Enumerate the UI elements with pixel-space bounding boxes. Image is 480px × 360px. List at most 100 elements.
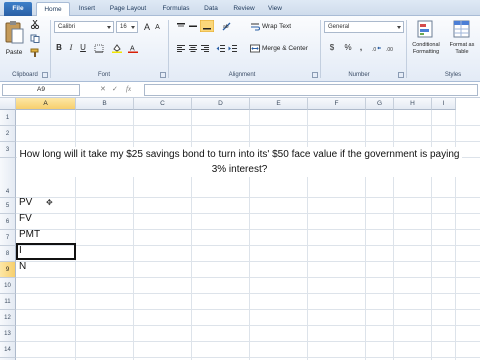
shrink-font-button[interactable]: A [153,23,162,33]
conditional-formatting-button[interactable]: Conditional Formatting [408,20,444,66]
cancel-icon[interactable]: ✕ [100,84,106,95]
group-divider [320,20,321,78]
grow-font-button[interactable]: A [142,22,152,32]
align-center-icon[interactable] [188,44,198,53]
font-name-select[interactable]: Calibri [54,21,114,33]
row-header-12[interactable]: 12 [0,310,16,326]
font-color-icon[interactable]: A [128,44,138,53]
column-header-i[interactable]: I [432,98,456,110]
format-painter-icon[interactable] [30,48,40,57]
row-header-5[interactable]: 5 [0,198,16,214]
svg-text:.00: .00 [386,47,393,53]
gridline-horizontal [16,277,480,278]
column-header-e[interactable]: E [250,98,308,110]
font-size-value: 16 [120,24,127,30]
italic-button[interactable]: I [66,43,76,53]
comma-button[interactable]: , [356,43,366,53]
gridline-horizontal [16,141,480,142]
chevron-down-icon [107,26,111,29]
row-header-2[interactable]: 2 [0,126,16,142]
tab-page-layout[interactable]: Page Layout [104,2,152,16]
align-top-icon[interactable] [176,22,186,31]
tab-home[interactable]: Home [36,2,70,16]
column-header-h[interactable]: H [394,98,432,110]
format-as-table-button[interactable]: Format as Table [446,20,478,66]
row-header-1[interactable]: 1 [0,110,16,126]
align-middle-icon[interactable] [188,22,198,31]
copy-icon[interactable] [30,34,40,43]
underline-button[interactable]: U [78,43,88,53]
clipboard-dialog-launcher[interactable] [42,72,48,78]
borders-icon[interactable] [94,44,104,53]
decrease-decimal-icon[interactable]: .00 [386,44,396,53]
row-header-3[interactable]: 3 [0,142,16,158]
gridline-horizontal [16,261,480,262]
column-header-f[interactable]: F [308,98,366,110]
bold-button[interactable]: B [54,43,64,53]
tab-formulas[interactable]: Formulas [156,2,196,16]
row-header-11[interactable]: 11 [0,294,16,310]
gridline-horizontal [16,293,480,294]
align-right-icon[interactable] [200,44,210,53]
number-format-select[interactable]: General [324,21,404,33]
decrease-indent-icon[interactable] [216,44,226,53]
conditional-formatting-icon [417,20,433,38]
column-header-b[interactable]: B [76,98,134,110]
column-header-a[interactable]: A [16,98,76,110]
number-dialog-launcher[interactable] [398,72,404,78]
align-left-icon[interactable] [176,44,186,53]
column-header-d[interactable]: D [192,98,250,110]
cell-a6[interactable]: PV [19,197,32,208]
svg-text:.0: .0 [372,47,376,53]
row-header-7[interactable]: 7 [0,230,16,246]
align-bottom-icon[interactable] [200,20,214,32]
wrap-text-icon [251,23,260,31]
cell-a8[interactable]: PMT [19,229,40,240]
question-cell[interactable]: How long will it take my $25 savings bon… [17,147,462,177]
tab-insert[interactable]: Insert [72,2,102,16]
orientation-icon[interactable]: ab [222,22,232,31]
cell-a10[interactable]: N [19,261,26,272]
enter-icon[interactable]: ✓ [112,84,118,95]
formula-input[interactable] [144,84,478,96]
row-header-9[interactable]: 9 [0,262,16,278]
name-box[interactable]: A9 [2,84,80,96]
wrap-text-button[interactable]: Wrap Text [262,22,302,32]
merge-center-button[interactable]: Merge & Center [262,44,312,54]
cut-icon[interactable] [30,20,40,29]
tab-file[interactable]: File [4,2,32,16]
gridline-horizontal [16,341,480,342]
chevron-down-icon [131,26,135,29]
percent-button[interactable]: % [342,43,354,53]
row-header-6[interactable]: 6 [0,214,16,230]
tab-data[interactable]: Data [198,2,224,16]
cell-a7[interactable]: FV [19,213,32,224]
font-name-value: Calibri [58,24,76,30]
alignment-dialog-launcher[interactable] [312,72,318,78]
formula-bar: A9 ✕ ✓ fx [0,82,480,98]
conditional-formatting-label: Conditional Formatting [412,42,440,55]
fill-color-icon[interactable] [112,44,122,53]
paste-button[interactable]: Paste [2,20,26,64]
row-header-13[interactable]: 13 [0,326,16,342]
ribbon: Paste Clipboard Calibri 16 A A B I U A F… [0,16,480,82]
tab-review[interactable]: Review [228,2,260,16]
row-header-10[interactable]: 10 [0,278,16,294]
row-header-8[interactable]: 8 [0,246,16,262]
row-header-4[interactable]: 4 [0,158,16,198]
increase-indent-icon[interactable] [228,44,238,53]
select-all-corner[interactable] [0,98,16,110]
column-header-c[interactable]: C [134,98,192,110]
increase-decimal-icon[interactable]: .0 [372,44,382,53]
format-as-table-icon [453,20,470,38]
column-header-g[interactable]: G [366,98,394,110]
currency-button[interactable]: $ [326,43,338,53]
font-size-select[interactable]: 16 [116,21,138,33]
tab-view[interactable]: View [262,2,288,16]
row-header-14[interactable]: 14 [0,342,16,358]
worksheet-grid[interactable]: ABCDEFGHI 123456789101112131415 How long… [0,98,480,360]
insert-function-icon[interactable]: fx [126,84,131,95]
svg-text:ab: ab [223,24,229,30]
group-divider [406,20,407,78]
font-dialog-launcher[interactable] [160,72,166,78]
